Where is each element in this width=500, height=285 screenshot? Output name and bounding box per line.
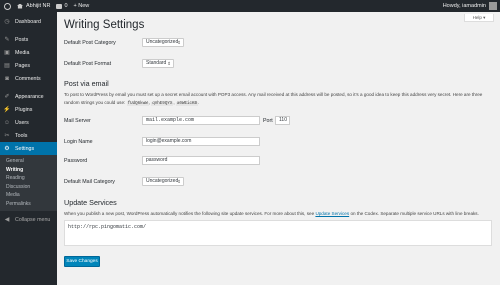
chevron-down-icon: ⇕ xyxy=(177,40,181,45)
sidebar-item-pages[interactable]: ▤ Pages xyxy=(0,59,57,72)
collapse-menu-button[interactable]: ◀ Collapse menu xyxy=(0,213,57,226)
brush-icon: ✐ xyxy=(4,94,10,100)
sidebar-item-posts[interactable]: ✎ Posts xyxy=(0,33,57,46)
pages-icon: ▤ xyxy=(4,63,10,69)
settings-icon: ⚙ xyxy=(4,146,10,152)
dashboard-icon: ◷ xyxy=(4,19,10,25)
submenu-item-reading[interactable]: Reading xyxy=(0,174,57,183)
password-input[interactable]: password xyxy=(142,156,260,165)
help-tab[interactable]: Help ▾ xyxy=(464,14,494,22)
plugin-icon: ⚡ xyxy=(3,107,11,113)
update-services-heading: Update Services xyxy=(64,198,117,207)
home-icon xyxy=(17,3,23,9)
sidebar-item-media[interactable]: ▣ Media xyxy=(0,46,57,59)
new-content-link[interactable]: + New xyxy=(71,0,93,12)
sidebar-item-settings[interactable]: ⚙ Settings xyxy=(0,142,57,155)
save-changes-button[interactable]: Save Changes xyxy=(64,256,100,267)
admin-sidebar: ◷ Dashboard ✎ Posts ▣ Media ▤ Pages ◙ Comment… xyxy=(0,12,57,285)
submenu-item-discussion[interactable]: Discussion xyxy=(0,183,57,192)
port-input[interactable]: 110 xyxy=(275,116,290,125)
default-post-format-select[interactable]: Standard ⇕ xyxy=(142,59,174,68)
submenu-item-permalinks[interactable]: Permalinks xyxy=(0,200,57,209)
random-string-3: a0WEicKB xyxy=(175,101,199,106)
wordpress-logo-icon[interactable] xyxy=(0,0,14,12)
default-post-category-select[interactable]: Uncategorized ⇕ xyxy=(142,38,184,47)
main-content: Help ▾ Writing Settings Default Post Cat… xyxy=(57,12,500,285)
submenu-item-general[interactable]: General xyxy=(0,157,57,166)
post-via-email-description: To post to WordPress by email you must s… xyxy=(64,92,483,106)
default-mail-category-label: Default Mail Category xyxy=(64,179,115,185)
settings-submenu: General Writing Reading Discussion Media… xyxy=(0,155,57,211)
my-account-link[interactable]: Howdy, iamadmin xyxy=(440,0,500,12)
default-post-category-label: Default Post Category xyxy=(64,40,116,46)
sidebar-item-dashboard[interactable]: ◷ Dashboard xyxy=(0,15,57,28)
users-icon: ☺ xyxy=(3,119,11,126)
sidebar-item-appearance[interactable]: ✐ Appearance xyxy=(0,90,57,103)
sidebar-item-tools[interactable]: ✂ Tools xyxy=(0,129,57,142)
sidebar-item-users[interactable]: ☺ Users xyxy=(0,116,57,129)
update-services-description: When you publish a new post, WordPress a… xyxy=(64,211,479,216)
chevron-down-icon: ⇕ xyxy=(177,179,181,184)
default-post-format-label: Default Post Format xyxy=(64,61,112,67)
mail-server-input[interactable]: mail.example.com xyxy=(142,116,260,125)
post-via-email-heading: Post via email xyxy=(64,79,109,88)
comment-icon: ◙ xyxy=(5,75,9,82)
comments-link[interactable]: 0 xyxy=(53,0,70,12)
default-mail-category-select[interactable]: Uncategorized ⇕ xyxy=(142,177,184,186)
password-label: Password xyxy=(64,158,88,164)
page-title: Writing Settings xyxy=(64,19,145,31)
comment-icon xyxy=(56,3,63,9)
submenu-item-writing[interactable]: Writing xyxy=(0,166,57,175)
pin-icon: ✎ xyxy=(4,37,10,43)
collapse-icon: ◀ xyxy=(4,217,10,223)
site-name-link[interactable]: Abhijit NR xyxy=(14,0,53,12)
update-services-link[interactable]: Update Services xyxy=(315,211,349,216)
mail-server-label: Mail Server xyxy=(64,118,91,124)
chevron-down-icon: ⇕ xyxy=(167,61,171,66)
wrench-icon: ✂ xyxy=(4,133,10,139)
submenu-item-media[interactable]: Media xyxy=(0,191,57,200)
login-name-input[interactable]: login@example.com xyxy=(142,137,260,146)
sidebar-item-plugins[interactable]: ⚡ Plugins xyxy=(0,103,57,116)
login-name-label: Login Name xyxy=(64,139,93,145)
ping-sites-textarea[interactable]: http://rpc.pingomatic.com/ xyxy=(64,220,492,246)
media-icon: ▣ xyxy=(4,50,10,56)
random-string-1: fUdQ6kwW xyxy=(126,101,149,106)
admin-bar: Abhijit NR 0 + New Howdy, iamadmin xyxy=(0,0,500,12)
random-string-2: qVhE9QYX xyxy=(151,101,174,106)
sidebar-item-comments[interactable]: ◙ Comments xyxy=(0,72,57,85)
avatar xyxy=(489,2,497,10)
port-label: Port xyxy=(263,118,273,124)
